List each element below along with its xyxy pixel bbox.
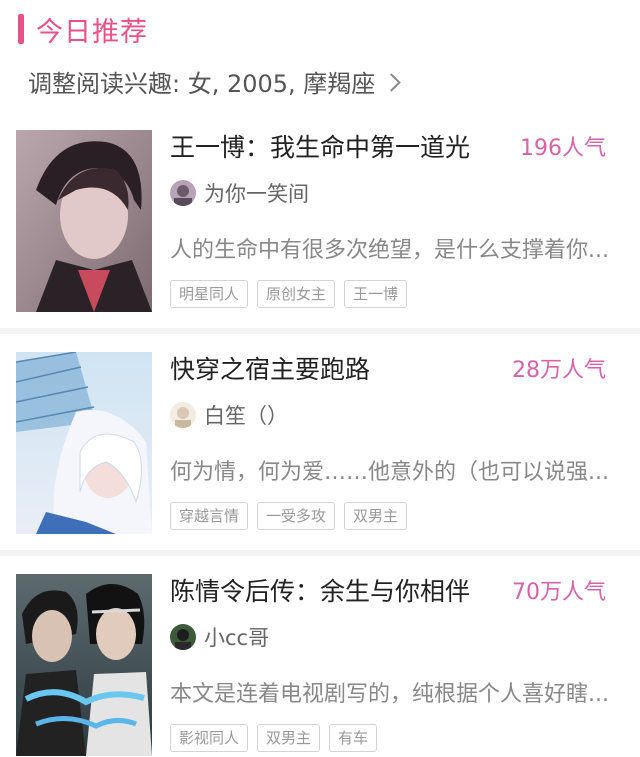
chevron-right-icon	[382, 72, 402, 92]
tag[interactable]: 影视同人	[170, 724, 249, 752]
tag[interactable]: 原创女主	[257, 280, 336, 308]
book-card[interactable]: 王一博：我生命中第一道光 196人气 为你一笑间 人的生命中有很多次绝望，是什么…	[0, 112, 640, 334]
book-title[interactable]: 王一博：我生命中第一道光	[170, 128, 470, 164]
author[interactable]: 白笙（）	[170, 400, 288, 430]
author-name: 为你一笑间	[204, 182, 309, 206]
tag[interactable]: 双男主	[344, 502, 408, 530]
tag[interactable]: 一受多攻	[257, 502, 336, 530]
tag[interactable]: 双男主	[257, 724, 321, 752]
tag[interactable]: 王一博	[344, 280, 408, 308]
author-avatar	[170, 402, 196, 428]
tag-list: 穿越言情 一受多攻 双男主	[170, 502, 416, 530]
author-name: 小cc哥	[204, 626, 270, 650]
author[interactable]: 为你一笑间	[170, 178, 309, 208]
tag-list: 影视同人 双男主 有车	[170, 724, 386, 752]
section-title-text: 今日推荐	[36, 16, 148, 48]
popularity-count: 28万人气	[512, 358, 606, 383]
book-description: 何为情，何为爱……他意外的（也可以说强...	[170, 460, 609, 485]
author-avatar	[170, 624, 196, 650]
author-name: 白笙（）	[204, 404, 288, 428]
book-cover[interactable]	[16, 352, 152, 534]
book-title[interactable]: 快穿之宿主要跑路	[170, 350, 370, 386]
tag-list: 明星同人 原创女主 王一博	[170, 280, 416, 308]
book-title[interactable]: 陈情令后传：余生与你相伴	[170, 572, 470, 608]
section-title: 今日推荐	[18, 12, 148, 48]
book-cover[interactable]	[16, 574, 152, 756]
interest-text: 调整阅读兴趣: 女, 2005, 摩羯座	[28, 70, 376, 98]
book-description: 人的生命中有很多次绝望，是什么支撑着你...	[170, 238, 609, 263]
tag[interactable]: 有车	[329, 724, 378, 752]
tag[interactable]: 穿越言情	[170, 502, 249, 530]
author[interactable]: 小cc哥	[170, 622, 269, 652]
book-card[interactable]: 快穿之宿主要跑路 28万人气 白笙（） 何为情，何为爱……他意外的（也可以说强.…	[0, 334, 640, 556]
author-avatar	[170, 180, 196, 206]
book-cover[interactable]	[16, 130, 152, 312]
recommend-header: 今日推荐 调整阅读兴趣: 女, 2005, 摩羯座	[0, 0, 640, 112]
adjust-interest-link[interactable]: 调整阅读兴趣: 女, 2005, 摩羯座	[28, 64, 402, 99]
tag[interactable]: 明星同人	[170, 280, 249, 308]
book-card[interactable]: 陈情令后传：余生与你相伴 70万人气 小cc哥 本文是连着电视剧写的，纯根据个人…	[0, 556, 640, 757]
popularity-count: 70万人气	[512, 580, 606, 605]
title-accent-bar	[18, 14, 24, 44]
book-description: 本文是连着电视剧写的，纯根据个人喜好瞎...	[170, 682, 609, 707]
popularity-count: 196人气	[520, 136, 606, 161]
